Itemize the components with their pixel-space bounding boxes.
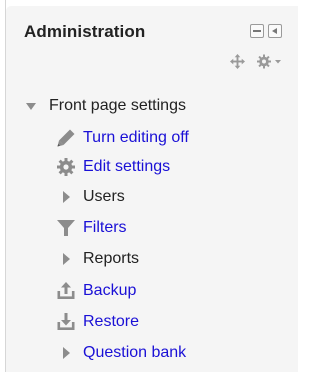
tree-item-label[interactable]: Edit settings — [83, 158, 170, 176]
administration-block — [6, 6, 298, 372]
tree-item-question-bank[interactable]: Question bank — [56, 342, 186, 364]
tree-item-edit-settings[interactable]: Edit settings — [56, 156, 170, 178]
tree-root-front-page-settings[interactable]: Front page settings — [26, 96, 186, 116]
tree-item-turn-editing-off[interactable]: Turn editing off — [56, 127, 189, 149]
tree-item-filters[interactable]: Filters — [56, 217, 127, 239]
chevron-right-icon — [56, 249, 76, 269]
tree-item-label[interactable]: Restore — [83, 313, 139, 331]
tree-item-label: Users — [83, 188, 125, 205]
tree-item-reports[interactable]: Reports — [56, 248, 139, 270]
dock-block-icon[interactable] — [268, 24, 282, 38]
gear-icon — [56, 157, 76, 177]
tree-item-restore[interactable]: Restore — [56, 311, 139, 333]
tree-item-label[interactable]: Filters — [83, 219, 127, 237]
block-title: Administration — [24, 22, 146, 41]
move-icon[interactable] — [230, 54, 245, 69]
tree-item-label: Reports — [83, 250, 140, 267]
tree-item-label[interactable]: Question bank — [83, 344, 186, 362]
upload-icon — [56, 281, 76, 301]
tree-root-label: Front page settings — [49, 97, 186, 114]
tree-item-label[interactable]: Turn editing off — [83, 129, 189, 147]
block-actions-gear-icon[interactable] — [256, 54, 282, 69]
tree-item-users[interactable]: Users — [56, 186, 125, 208]
tree-item-label[interactable]: Backup — [83, 282, 136, 300]
expanded-caret-icon — [26, 103, 36, 110]
download-icon — [56, 312, 76, 332]
pencil-icon — [56, 128, 76, 148]
chevron-right-icon — [56, 343, 76, 363]
hide-block-icon[interactable] — [250, 24, 264, 38]
tree-item-backup[interactable]: Backup — [56, 280, 136, 302]
chevron-right-icon — [56, 187, 76, 207]
filter-icon — [56, 218, 76, 238]
